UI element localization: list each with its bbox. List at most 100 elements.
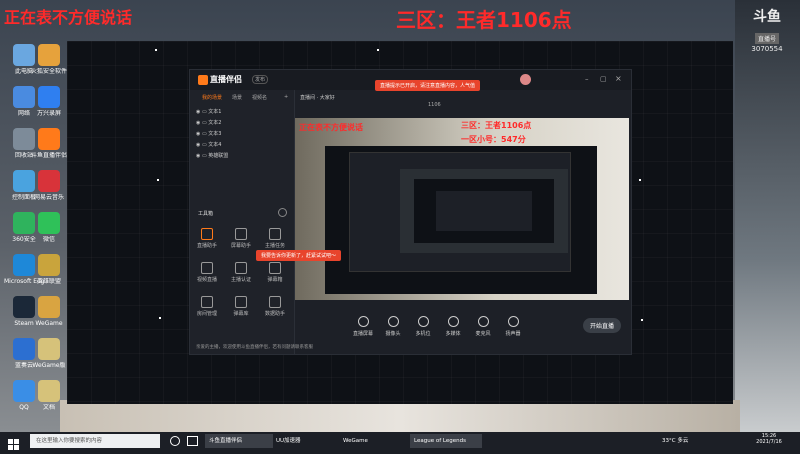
tool-label: 房间管理 (196, 311, 217, 317)
desktop-icon[interactable]: 万兴录屏 (29, 86, 69, 117)
tool-item[interactable]: 屏幕助手 (230, 228, 252, 249)
tool-icon (235, 228, 247, 240)
start-live-button[interactable]: 开始直播 (582, 318, 621, 333)
viewer-count: 1106 (428, 102, 441, 108)
app-icon (38, 128, 60, 150)
preview-banner-text: 正在表不方便说话 (299, 123, 363, 132)
speaker-icon (507, 316, 519, 327)
app-icon (38, 44, 60, 66)
tool-item[interactable]: 直播助手 (196, 228, 218, 249)
wallpaper-bottom (60, 400, 740, 432)
tool-icon (201, 262, 213, 274)
decor-dot (641, 319, 643, 321)
task-view-icon[interactable] (187, 436, 198, 446)
tab-scene[interactable]: 场景 (232, 94, 242, 101)
windows-start-icon[interactable] (8, 435, 19, 450)
nested-stream-2 (414, 179, 554, 243)
tool-icon (269, 228, 281, 240)
source-item[interactable]: ◉ ▭ 文本2 (196, 119, 221, 126)
source-label: 英雄联盟 (208, 153, 229, 159)
add-source-icon[interactable]: + (284, 94, 288, 100)
source-item[interactable]: ◉ ▭ 文本4 (196, 141, 221, 148)
desktop-icon[interactable]: WeGame (29, 296, 69, 327)
source-item[interactable]: ◉ ▭ 文本1 (196, 108, 221, 115)
decor-dot (639, 179, 641, 181)
tab-video[interactable]: 视频名 (252, 94, 267, 101)
wallpaper-right (735, 0, 800, 432)
decor-dot (157, 179, 159, 181)
desktop-icon-label: 网易云音乐 (33, 194, 64, 201)
nested-stream (325, 146, 597, 294)
desktop-icon[interactable]: 文档 (29, 380, 69, 411)
preview-rank-2: 一区小号：547分 (461, 135, 526, 144)
rank-line-1: 三区：王者1106点 (396, 8, 572, 32)
tool-item[interactable]: 弹幕库 (230, 296, 252, 317)
toolbox-title: 工具箱 (198, 211, 214, 217)
tool-item[interactable]: 数据助手 (264, 296, 286, 317)
version-badge[interactable]: 发布 (252, 75, 269, 84)
desktop-icon[interactable]: 火狐安全软件 (29, 44, 69, 75)
taskbar-app-douyu[interactable]: 斗鱼直播伴侣 (205, 434, 273, 448)
multi-cam-button[interactable]: 多机位 (411, 316, 435, 337)
app-icon (38, 212, 60, 234)
taskbar-app-wegame[interactable]: WeGame (339, 434, 407, 448)
tool-label: 屏幕助手 (230, 243, 251, 249)
clock[interactable]: 15:26 2021/7/16 (754, 433, 784, 445)
minimize-icon[interactable]: – (585, 75, 589, 83)
weather-status[interactable]: 33°C 多云 (662, 436, 688, 444)
desktop-icon[interactable]: WeGame版 (29, 338, 69, 369)
speaker-button[interactable]: 扬声器 (501, 316, 525, 337)
tool-label: 数据助手 (264, 311, 285, 317)
avatar[interactable] (520, 74, 531, 85)
source-label: 文本2 (208, 120, 222, 126)
desktop-icon[interactable]: 英雄联盟 (29, 254, 69, 285)
app-name: 直播伴侣 (210, 75, 242, 84)
tool-icon (235, 296, 247, 308)
watermark-sub: 直播号 (754, 33, 779, 44)
tool-label: 直播助手 (196, 243, 217, 249)
control-label: 摄像头 (385, 331, 401, 337)
taskbar-app-lol[interactable]: League of Legends (410, 434, 482, 448)
close-icon[interactable]: × (615, 74, 622, 83)
desktop-icon-label: 微信 (42, 236, 55, 243)
tool-item[interactable]: 房间管理 (196, 296, 218, 317)
app-icon (38, 170, 60, 192)
tab-my-scene[interactable]: 我的场景 (202, 94, 222, 101)
monitor-icon (357, 316, 369, 327)
maximize-icon[interactable]: ▢ (600, 75, 607, 83)
tool-item[interactable]: 弹幕箱 (264, 262, 286, 283)
control-bar: 直播屏幕 摄像头 多机位 多媒体 麦克风 扬声器 开始直播 (295, 310, 629, 350)
desktop-icon[interactable]: 微信 (29, 212, 69, 243)
update-tooltip[interactable]: 我要告诉你更新了，赶紧试试吧～ (256, 250, 342, 261)
taskbar-search-input[interactable]: 在这里输入你要搜索的内容 (30, 434, 160, 448)
watermark-room: 3070554 (751, 45, 783, 53)
taskbar: 在这里输入你要搜索的内容 斗鱼直播伴侣 UU加速器 WeGame League … (0, 432, 800, 450)
media-button[interactable]: 多媒体 (441, 316, 465, 337)
microphone-button[interactable]: 麦克风 (471, 316, 495, 337)
toolbox-settings-icon[interactable] (278, 208, 287, 217)
desktop-icon[interactable]: 网易云音乐 (29, 170, 69, 201)
desktop-icon-label: 万兴录屏 (36, 110, 61, 117)
stream-banner-text: 正在表不方便说话 (4, 8, 133, 27)
camera-button[interactable]: 摄像头 (381, 316, 405, 337)
cortana-icon[interactable] (170, 436, 180, 446)
desktop-icon[interactable]: 斗鱼直播伴侣 (29, 128, 69, 159)
tool-label: 弹幕箱 (267, 277, 283, 283)
desktop-icon-label: WeGame (35, 320, 63, 327)
source-item[interactable]: ◉ ▭ 英雄联盟 (196, 152, 228, 159)
control-label: 多媒体 (445, 331, 461, 337)
tool-icon (269, 262, 281, 274)
app-icon (38, 296, 60, 318)
taskbar-app-uu[interactable]: UU加速器 (272, 434, 340, 448)
app-icon (38, 86, 60, 108)
clock-date: 2021/7/16 (756, 439, 782, 445)
watermark-brand: 斗鱼 (753, 9, 781, 25)
tool-item[interactable]: 视频直播 (196, 262, 218, 283)
tool-icon (201, 228, 213, 240)
source-item[interactable]: ◉ ▭ 文本3 (196, 130, 221, 137)
screen-capture-button[interactable]: 直播屏幕 (351, 316, 375, 337)
tool-item[interactable]: 主播认证 (230, 262, 252, 283)
live-preview: 正在表不方便说话 三区：王者1106点 一区小号：547分 (295, 118, 629, 300)
tool-item[interactable]: 主播任务 (264, 228, 286, 249)
tool-label: 弹幕库 (233, 311, 249, 317)
